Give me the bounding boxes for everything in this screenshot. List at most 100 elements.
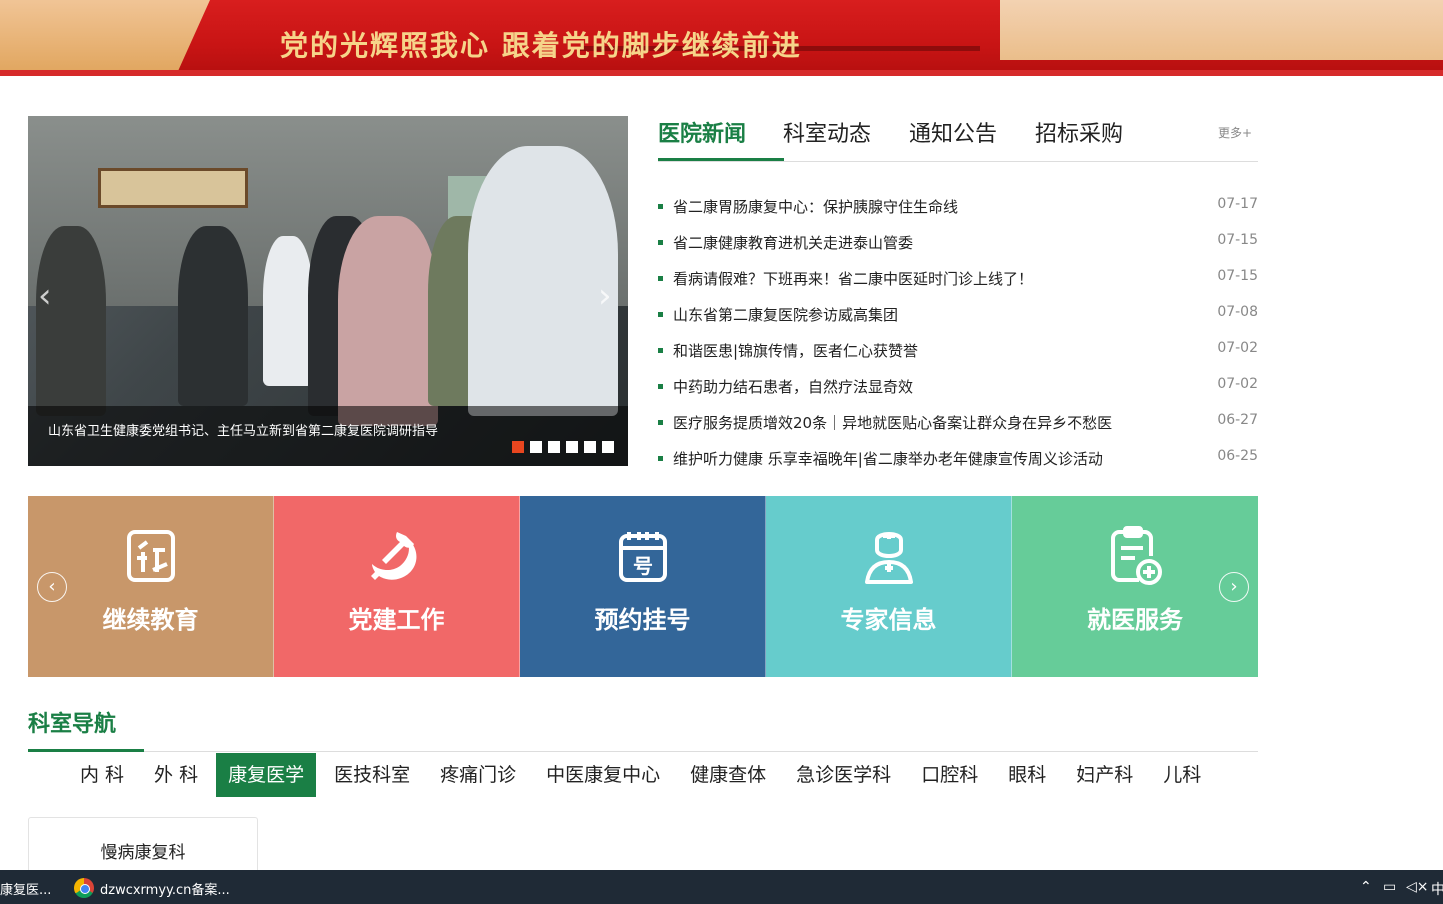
tab-health-checkup[interactable]: 健康查体 [678, 753, 778, 797]
slider-prev-icon[interactable]: ‹ [38, 276, 52, 316]
quick-service-tiles: 继续教育 党建工作 号 预约挂号 专家信息 就医服务 ‹ › [28, 496, 1258, 677]
department-card-label[interactable]: 慢病康复科 [29, 838, 257, 863]
slider-dot[interactable] [566, 441, 578, 453]
slider-dot[interactable] [584, 441, 596, 453]
news-title[interactable]: 和谐医患|锦旗传情，医者仁心获赞誉 [673, 340, 918, 361]
tab-surgery[interactable]: 外 科 [142, 753, 210, 797]
photo-plaque [98, 168, 248, 208]
taskbar-item-browser-window[interactable]: 康复医... [0, 879, 51, 898]
banner-slogan: 党的光辉照我心 跟着党的脚步继续前进 [280, 29, 802, 62]
banner-bottom-strip [0, 70, 1443, 76]
tile-label: 就医服务 [1087, 606, 1183, 634]
taskbar-item-browser-tab[interactable]: dzwcxrmyy.cn备案... [100, 879, 230, 898]
tab-dental[interactable]: 口腔科 [909, 753, 990, 797]
tab-hospital-news[interactable]: 医院新闻 [658, 116, 746, 148]
slider-dot[interactable] [530, 441, 542, 453]
tab-medical-technology[interactable]: 医技科室 [322, 753, 422, 797]
list-item[interactable]: 看病请假难？下班再来！省二康中医延时门诊上线了！ 07-15 [658, 268, 1258, 304]
bullet-icon [658, 240, 663, 245]
network-icon[interactable]: ▭ [1383, 879, 1396, 895]
news-title[interactable]: 医疗服务提质增效20条｜异地就医贴心备案让群众身在异乡不愁医 [673, 412, 1112, 433]
list-item[interactable]: 中药助力结石患者，自然疗法显奇效 07-02 [658, 376, 1258, 412]
news-date: 07-02 [1217, 376, 1258, 392]
tab-tcm-rehab[interactable]: 中医康复中心 [534, 753, 672, 797]
tile-label: 继续教育 [102, 606, 199, 634]
tab-internal-medicine[interactable]: 内 科 [68, 753, 136, 797]
top-banner: 党的光辉照我心 跟着党的脚步继续前进 [0, 0, 1443, 76]
photo-person [468, 146, 618, 416]
slider-caption[interactable]: 山东省卫生健康委党组书记、主任马立新到省第二康复医院调研指导 [48, 420, 438, 439]
banner-decoration-right [1000, 0, 1443, 60]
bullet-icon [658, 276, 663, 281]
photo-person [178, 226, 248, 406]
banner-decoration-left [0, 0, 210, 70]
ime-indicator[interactable]: 中 [1431, 879, 1443, 899]
news-title[interactable]: 省二康胃肠康复中心：保护胰腺守住生命线 [673, 196, 958, 217]
section-title: 科室导航 [28, 712, 117, 737]
tab-emergency[interactable]: 急诊医学科 [784, 753, 903, 797]
tab-pediatrics[interactable]: 儿科 [1151, 753, 1213, 797]
tile-party-work[interactable]: 党建工作 [274, 496, 520, 677]
tiles-prev-button[interactable]: ‹ [37, 572, 67, 602]
bullet-icon [658, 204, 663, 209]
bullet-icon [658, 312, 663, 317]
calendar-register-icon: 号 [618, 532, 667, 582]
list-item[interactable]: 医疗服务提质增效20条｜异地就医贴心备案让群众身在异乡不愁医 06-27 [658, 412, 1258, 448]
news-date: 06-27 [1217, 412, 1258, 428]
tile-label: 专家信息 [840, 606, 937, 634]
slider-dot[interactable] [512, 441, 524, 453]
slider-dot[interactable] [548, 441, 560, 453]
news-photo-slider[interactable]: ‹ › 山东省卫生健康委党组书记、主任马立新到省第二康复医院调研指导 [28, 116, 628, 466]
photo-person [36, 226, 106, 416]
section-divider [28, 751, 1258, 752]
department-navigation: 科室导航 内 科 外 科 康复医学 医技科室 疼痛门诊 中医康复中心 健康查体 … [28, 706, 1258, 797]
department-tabs: 内 科 外 科 康复医学 医技科室 疼痛门诊 中医康复中心 健康查体 急诊医学科… [68, 753, 1219, 797]
bullet-icon [658, 420, 663, 425]
news-title[interactable]: 维护听力健康 乐享幸福晚年|省二康举办老年健康宣传周义诊活动 [673, 448, 1103, 469]
list-item[interactable]: 山东省第二康复医院参访威高集团 07-08 [658, 304, 1258, 340]
tab-pain-clinic[interactable]: 疼痛门诊 [428, 753, 528, 797]
slider-next-icon[interactable]: › [598, 276, 612, 316]
news-date: 07-15 [1217, 232, 1258, 248]
os-taskbar: 康复医... dzwcxrmyy.cn备案... ⌃ ▭ ◁× 中 [0, 870, 1443, 904]
bullet-icon [658, 384, 663, 389]
slider-dots [512, 441, 614, 453]
tab-tenders[interactable]: 招标采购 [1035, 116, 1123, 148]
chrome-icon[interactable] [74, 878, 94, 898]
doctor-icon [864, 532, 913, 584]
tab-ophthalmology[interactable]: 眼科 [996, 753, 1058, 797]
news-title[interactable]: 中药助力结石患者，自然疗法显奇效 [673, 376, 913, 397]
tab-department-news[interactable]: 科室动态 [783, 116, 871, 148]
tile-label: 预约挂号 [594, 606, 691, 634]
news-date: 06-25 [1217, 448, 1258, 464]
svg-text:号: 号 [633, 554, 653, 578]
photo-person [263, 236, 313, 386]
news-panel: 医院新闻 科室动态 通知公告 招标采购 更多+ 省二康胃肠康复中心：保护胰腺守住… [658, 116, 1258, 484]
tab-obstetrics[interactable]: 妇产科 [1064, 753, 1145, 797]
news-title[interactable]: 看病请假难？下班再来！省二康中医延时门诊上线了！ [673, 268, 1033, 289]
tile-experts[interactable]: 专家信息 [766, 496, 1012, 677]
photo-person [338, 216, 438, 426]
tray-chevron-up-icon[interactable]: ⌃ [1360, 879, 1372, 895]
list-item[interactable]: 省二康胃肠康复中心：保护胰腺守住生命线 07-17 [658, 196, 1258, 232]
news-date: 07-02 [1217, 340, 1258, 356]
clipboard-plus-icon [1111, 526, 1162, 585]
list-item[interactable]: 维护听力健康 乐享幸福晚年|省二康举办老年健康宣传周义诊活动 06-25 [658, 448, 1258, 484]
tile-appointment[interactable]: 号 预约挂号 [520, 496, 766, 677]
news-date: 07-08 [1217, 304, 1258, 320]
bullet-icon [658, 456, 663, 461]
more-link[interactable]: 更多+ [1218, 124, 1252, 141]
section-title-underline [28, 749, 144, 752]
news-title[interactable]: 省二康健康教育进机关走进泰山管委 [673, 232, 913, 253]
department-card[interactable]: 慢病康复科 [28, 817, 258, 877]
tab-notices[interactable]: 通知公告 [909, 116, 997, 148]
list-item[interactable]: 和谐医患|锦旗传情，医者仁心获赞誉 07-02 [658, 340, 1258, 376]
news-tabs: 医院新闻 科室动态 通知公告 招标采购 更多+ [658, 116, 1258, 162]
tiles-next-button[interactable]: › [1219, 572, 1249, 602]
news-title[interactable]: 山东省第二康复医院参访威高集团 [673, 304, 898, 325]
volume-muted-icon[interactable]: ◁× [1406, 879, 1429, 895]
tab-rehabilitation[interactable]: 康复医学 [216, 753, 317, 797]
list-item[interactable]: 省二康健康教育进机关走进泰山管委 07-15 [658, 232, 1258, 268]
slider-dot[interactable] [602, 441, 614, 453]
tile-label: 党建工作 [348, 606, 445, 634]
